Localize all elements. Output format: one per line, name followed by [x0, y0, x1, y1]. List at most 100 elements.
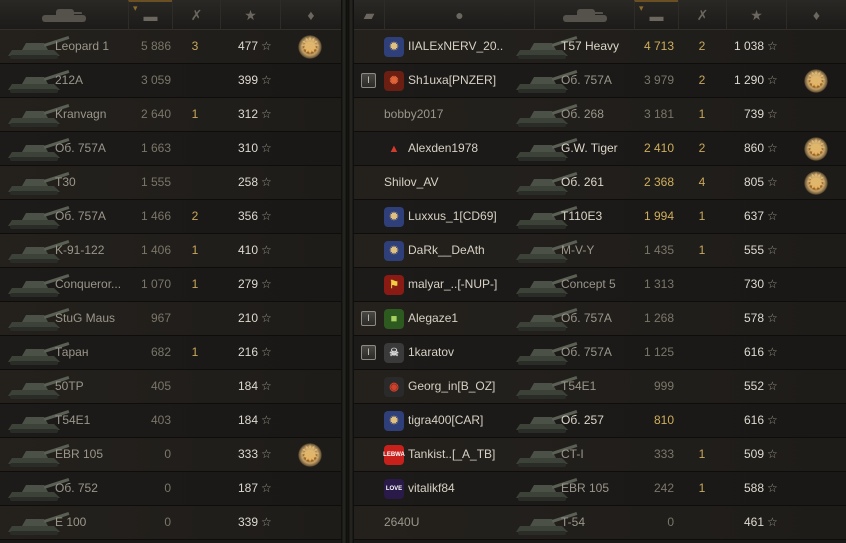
star-icon: ☆: [767, 345, 778, 359]
clan-icon: ▰: [363, 6, 375, 23]
player-column-header[interactable]: ●: [384, 0, 534, 30]
kills-value: [692, 302, 712, 335]
medal-column-header[interactable]: ♦: [280, 0, 341, 30]
kills-value: 1: [191, 243, 199, 257]
clan-emblem-icon: ◉: [384, 377, 404, 397]
xp-column-header[interactable]: ★: [220, 0, 280, 30]
rank-badge-icon: I: [361, 311, 376, 326]
player-row[interactable]: bobby2017 Об. 268 3 181 1 739 ☆: [354, 98, 846, 132]
player-row[interactable]: Об. 757A 1 466 2 356 ☆: [0, 200, 341, 234]
player-row[interactable]: ✹ tigra400[CAR] Об. 257 810 616 ☆: [354, 404, 846, 438]
damage-column-header[interactable]: ▾ ▬: [128, 0, 172, 30]
player-row[interactable]: K-91-122 1 406 1 410 ☆: [0, 234, 341, 268]
player-row[interactable]: 212A 3 059 399 ☆: [0, 64, 341, 98]
achievement-medal-icon: [803, 136, 829, 162]
kills-column-header[interactable]: ✗: [172, 0, 220, 30]
player-row[interactable]: I ✺ Sh1uxa[PNZER] Об. 757A 3 979 2 1 290 ☆: [354, 64, 846, 98]
tank-column-header[interactable]: [0, 0, 128, 30]
player-name[interactable]: Shilov_AV: [384, 166, 508, 199]
player-row[interactable]: I ■ Alegaze1 Об. 757A 1 268 578 ☆: [354, 302, 846, 336]
player-row[interactable]: ✹ IIALExNERV_20.. T57 Heavy 4 713 2 1 038 ☆: [354, 30, 846, 64]
damage-value: 0: [164, 515, 171, 529]
kills-column-header[interactable]: ✗: [678, 0, 726, 30]
player-row[interactable]: Conqueror... 1 070 1 279 ☆: [0, 268, 341, 302]
right-team-panel: ▰ ● ▾ ▬ ✗ ★ ♦ ✹ IIALExNERV_20.. T57 Heavy 4…: [354, 0, 846, 543]
player-row[interactable]: Kranvagn 2 640 1 312 ☆: [0, 98, 341, 132]
damage-value: 1 313: [643, 277, 674, 291]
player-row[interactable]: Таран 682 1 216 ☆: [0, 336, 341, 370]
medal-icon[interactable]: [803, 68, 829, 94]
damage-value: 242: [653, 481, 674, 495]
kills-value: [692, 268, 712, 301]
star-icon: ☆: [261, 345, 272, 359]
star-icon: ☆: [767, 141, 778, 155]
player-row[interactable]: Leopard 1 5 886 3 477 ☆: [0, 30, 341, 64]
kills-value: 2: [191, 209, 199, 223]
damage-value: 3 181: [643, 107, 674, 121]
star-icon: ☆: [767, 515, 778, 529]
player-row[interactable]: I ☠ 1karatov Об. 757A 1 125 616 ☆: [354, 336, 846, 370]
kills-value: [185, 438, 205, 471]
player-row[interactable]: ◉ Georg_in[B_OZ] T54E1 999 552 ☆: [354, 370, 846, 404]
medal-icon[interactable]: [297, 34, 323, 60]
kills-value: [185, 506, 205, 539]
kills-value: [692, 506, 712, 539]
lebwa-clan-icon: LEBWA: [383, 445, 405, 465]
tank-column-header[interactable]: [534, 0, 634, 30]
player-row[interactable]: LOVE vitalikf84 EBR 105 242 1 588 ☆: [354, 472, 846, 506]
player-row[interactable]: T30 1 555 258 ☆: [0, 166, 341, 200]
xp-value: 1 290: [733, 73, 764, 87]
tank-name: Об. 757A: [561, 345, 612, 359]
player-row[interactable]: ✹ DaRk__DeAth M-V-Y 1 435 1 555 ☆: [354, 234, 846, 268]
medal-icon[interactable]: [297, 442, 323, 468]
kills-value: 1: [191, 345, 199, 359]
kills-value: 1: [191, 107, 199, 121]
player-row[interactable]: LEBWA Tankist..[_A_TB] CT-I 333 1 509 ☆: [354, 438, 846, 472]
ring-clan-icon: ◉: [384, 377, 404, 397]
player-name[interactable]: 2640U: [384, 506, 508, 539]
medal-column-header[interactable]: ♦: [786, 0, 846, 30]
tank-name: M-V-Y: [561, 243, 595, 257]
player-row[interactable]: E 100 0 339 ☆: [0, 506, 341, 540]
tank-icon: [36, 8, 92, 22]
player-row[interactable]: T54E1 403 184 ☆: [0, 404, 341, 438]
star-icon: ☆: [767, 413, 778, 427]
xp-value: 279: [237, 277, 258, 291]
player-row[interactable]: StuG Maus 967 210 ☆: [0, 302, 341, 336]
tank-name: Concept 5: [561, 277, 616, 291]
medal-icon[interactable]: [803, 136, 829, 162]
player-row[interactable]: Shilov_AV Об. 261 2 368 4 805 ☆: [354, 166, 846, 200]
kills-value: [185, 166, 205, 199]
tank-name: EBR 105: [55, 447, 104, 461]
kills-value: [692, 336, 712, 369]
medal-clan-icon: ✹: [384, 241, 404, 261]
star-icon: ☆: [261, 413, 272, 427]
damage-value: 3 059: [140, 73, 171, 87]
green-clan-icon: ■: [384, 309, 404, 329]
damage-value: 0: [164, 447, 171, 461]
star-icon: ☆: [767, 379, 778, 393]
player-name[interactable]: bobby2017: [384, 98, 508, 131]
player-row[interactable]: ✹ Luxxus_1[CD69] T110E3 1 994 1 637 ☆: [354, 200, 846, 234]
clan-column-header[interactable]: ▰: [354, 0, 384, 30]
player-row[interactable]: 50TP 405 184 ☆: [0, 370, 341, 404]
player-row[interactable]: Об. 757A 1 663 310 ☆: [0, 132, 341, 166]
player-row[interactable]: ▲ Alexden1978 G.W. Tiger 2 410 2 860 ☆: [354, 132, 846, 166]
player-row[interactable]: Об. 752 0 187 ☆: [0, 472, 341, 506]
star-icon: ☆: [261, 39, 272, 53]
xp-column-header[interactable]: ★: [726, 0, 786, 30]
kills-value: 1: [698, 209, 706, 223]
damage-column-header[interactable]: ▾ ▬: [634, 0, 678, 30]
player-row[interactable]: 2640U T-54 0 461 ☆: [354, 506, 846, 540]
tank-name: Об. 757A: [561, 73, 612, 87]
tank-name: Об. 261: [561, 175, 604, 189]
tank-name: CT-I: [561, 447, 584, 461]
player-row[interactable]: EBR 105 0 333 ☆: [0, 438, 341, 472]
player-row[interactable]: ⚑ malyar_..[-NUP-] Concept 51 313 730 ☆: [354, 268, 846, 302]
xp-value: 461: [743, 515, 764, 529]
star-icon: ☆: [261, 379, 272, 393]
rank-badge-icon: I: [361, 73, 376, 88]
experience-star-icon: ★: [244, 6, 257, 23]
medal-icon[interactable]: [803, 170, 829, 196]
tank-name: Об. 268: [561, 107, 604, 121]
